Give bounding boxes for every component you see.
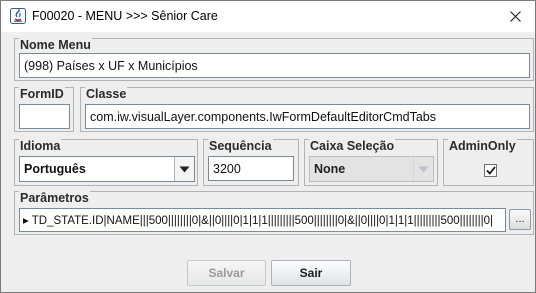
nome-menu-label: Nome Menu bbox=[19, 38, 92, 52]
idioma-selected-value: Português bbox=[24, 162, 86, 176]
sequencia-input[interactable]: 3200 bbox=[208, 156, 294, 181]
close-icon bbox=[509, 11, 521, 22]
admin-only-checkbox[interactable] bbox=[484, 164, 497, 177]
save-button[interactable]: Salvar bbox=[187, 260, 266, 286]
parametros-browse-button[interactable]: ... bbox=[509, 209, 531, 230]
dialog-window: F00020 - MENU >>> Sênior Care Nome Menu … bbox=[0, 0, 536, 293]
admin-only-group: AdminOnly bbox=[443, 139, 534, 186]
caixa-selecao-dropdown-arrow[interactable] bbox=[413, 157, 433, 181]
parametros-value-text: TD_STATE.ID|NAME|||500||||||||0|&||0||||… bbox=[31, 215, 493, 227]
parametros-input[interactable]: ▸ TD_STATE.ID|NAME|||500||||||||0|&||0||… bbox=[19, 208, 506, 232]
idioma-group: Idioma Português bbox=[14, 139, 198, 186]
chevron-down-icon bbox=[418, 166, 429, 172]
idioma-dropdown-arrow[interactable] bbox=[174, 157, 194, 181]
classe-input[interactable]: com.iw.visualLayer.components.IwFormDefa… bbox=[85, 104, 530, 129]
sequencia-group: Sequência 3200 bbox=[203, 139, 299, 186]
parametros-label: Parâmetros bbox=[19, 191, 90, 205]
idioma-label: Idioma bbox=[19, 139, 62, 153]
sequencia-label: Sequência bbox=[208, 139, 273, 153]
nome-menu-group: Nome Menu (998) Países x UF x Municípios bbox=[14, 38, 534, 81]
parametros-value: ▸ TD_STATE.ID|NAME|||500||||||||0|&||0||… bbox=[23, 215, 493, 227]
checkmark-icon bbox=[485, 166, 496, 175]
form-id-label: FormID bbox=[19, 87, 65, 101]
parametros-group: Parâmetros ▸ TD_STATE.ID|NAME|||500|||||… bbox=[14, 191, 534, 235]
classe-label: Classe bbox=[85, 87, 128, 101]
chevron-down-icon bbox=[179, 166, 190, 172]
form-id-group: FormID bbox=[14, 87, 74, 132]
caixa-selecao-group: Caixa Seleção None bbox=[304, 139, 438, 186]
classe-group: Classe com.iw.visualLayer.components.IwF… bbox=[80, 87, 534, 132]
close-button[interactable] bbox=[495, 1, 535, 32]
idioma-select[interactable]: Português bbox=[19, 156, 195, 182]
exit-button[interactable]: Sair bbox=[271, 260, 351, 286]
caixa-selecao-select[interactable]: None bbox=[309, 156, 434, 182]
caixa-selecao-selected-value: None bbox=[314, 162, 346, 176]
admin-only-label: AdminOnly bbox=[448, 139, 517, 153]
window-title: F00020 - MENU >>> Sênior Care bbox=[32, 9, 218, 23]
java-app-icon bbox=[10, 8, 26, 24]
title-bar[interactable]: F00020 - MENU >>> Sênior Care bbox=[1, 1, 535, 32]
caixa-selecao-label: Caixa Seleção bbox=[309, 139, 396, 153]
nome-menu-input[interactable]: (998) Países x UF x Municípios bbox=[19, 53, 530, 78]
form-id-input[interactable] bbox=[19, 104, 70, 129]
